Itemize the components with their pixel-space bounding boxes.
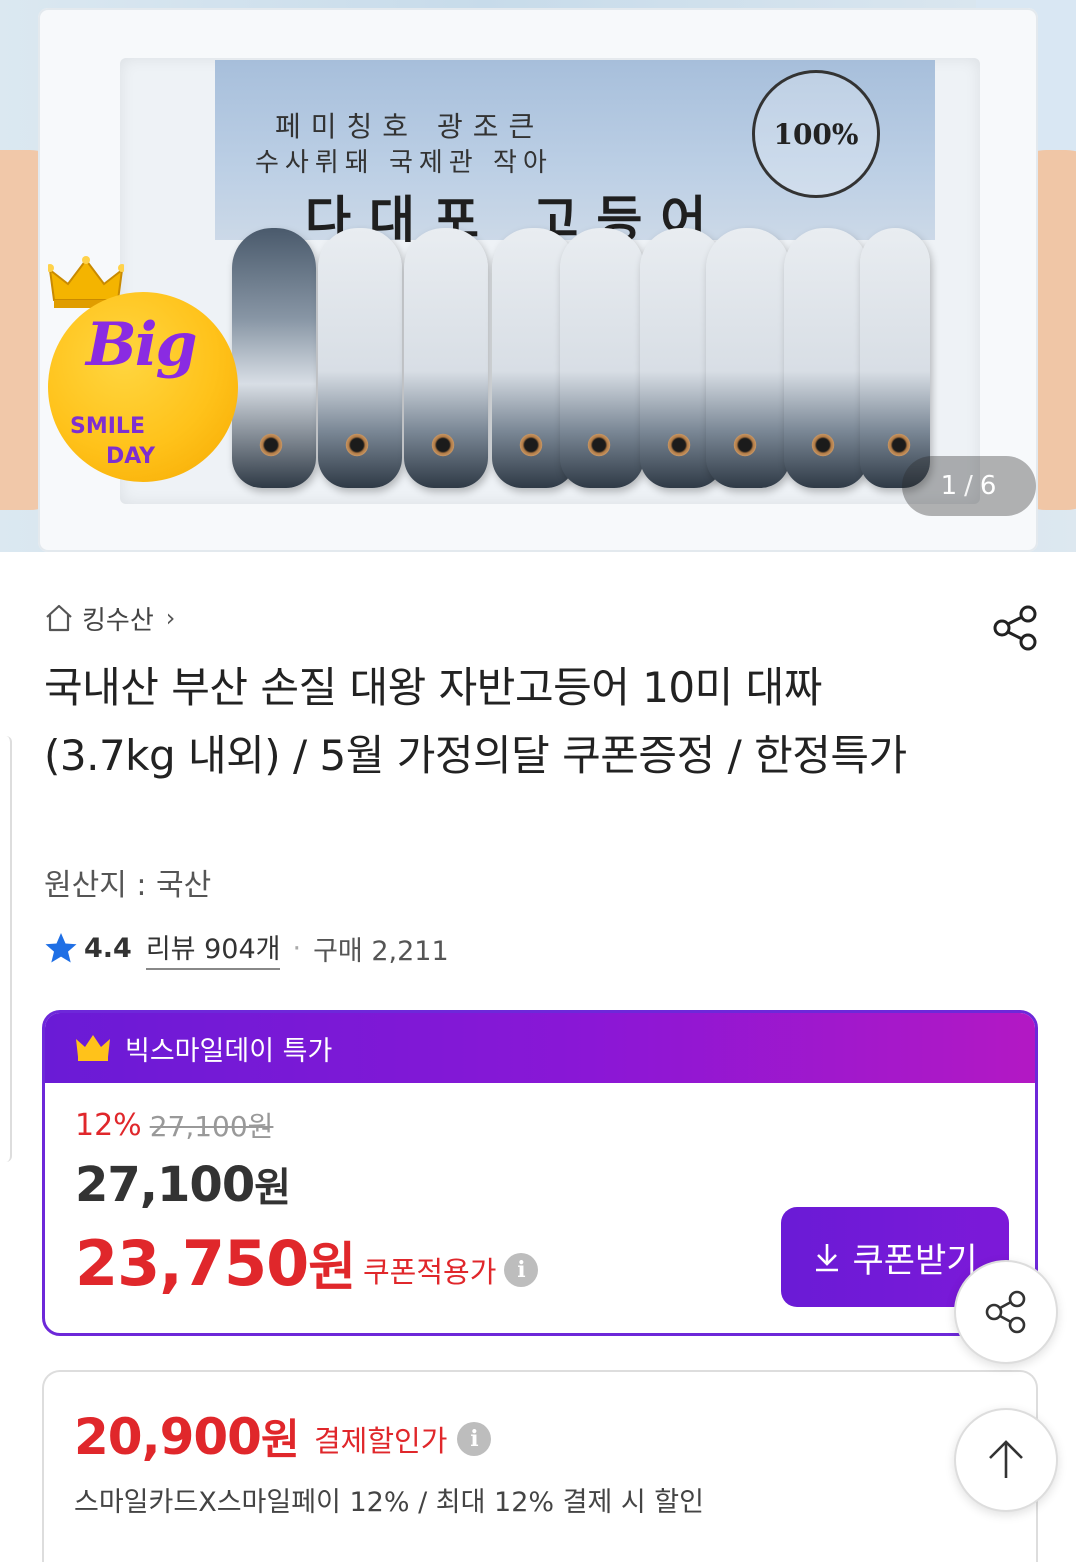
chevron-right-icon: › — [165, 604, 176, 632]
arrow-up-icon — [989, 1440, 1023, 1478]
discount-row: 12% 27,100원 — [75, 1105, 273, 1145]
info-icon[interactable]: i — [504, 1253, 539, 1287]
seller-name: 킹수산 — [82, 605, 154, 636]
download-icon — [816, 1244, 839, 1272]
rating-row: 4.4 리뷰 904개 · 구매 2,211 — [44, 926, 449, 970]
image-counter: 1 / 6 — [902, 456, 1036, 516]
coupon-price-number: 23,750 — [75, 1227, 309, 1300]
origin-info: 원산지 : 국산 — [44, 868, 212, 903]
sale-price-unit: 원 — [254, 1165, 291, 1211]
sale-price-number: 27,100 — [75, 1157, 255, 1213]
badge-smile-text: SMILE — [70, 414, 145, 439]
share-icon — [985, 1290, 1026, 1334]
fish — [560, 228, 644, 488]
image-index: 1 — [940, 471, 959, 501]
payment-price-unit: 원 — [260, 1415, 300, 1464]
scroll-to-top-button[interactable] — [954, 1408, 1058, 1512]
product-title: 국내산 부산 손질 대왕 자반고등어 10미 대짜 (3.7kg 내외) / 5… — [44, 663, 907, 780]
payment-discount-box: 20,900원 결제할인가 i 스마일카드X스마일페이 12% / 최대 12%… — [42, 1370, 1038, 1562]
package-label-line2: 수사뤼돼 국제관 작아 — [255, 148, 553, 178]
coupon-price-label: 쿠폰적용가 i — [363, 1249, 539, 1291]
badge-big-text: Big — [86, 310, 197, 380]
review-count-link[interactable]: 리뷰 904개 — [145, 927, 281, 970]
badge-day-text: DAY — [106, 444, 156, 469]
separator-dot: · — [292, 932, 302, 964]
fish — [318, 228, 402, 488]
share-icon[interactable] — [990, 602, 1042, 654]
crown-icon — [76, 1035, 110, 1061]
image-total: 6 — [979, 471, 998, 501]
promo-header: 빅스마일데이 특가 — [45, 1013, 1035, 1083]
promo-header-text: 빅스마일데이 특가 — [125, 1035, 333, 1067]
promo-price-box: 빅스마일데이 특가 12% 27,100원 27,100원 23,750원 쿠폰… — [42, 1010, 1038, 1336]
home-icon — [46, 604, 72, 632]
fish — [860, 228, 930, 488]
fish — [706, 228, 790, 488]
payment-description: 스마일카드X스마일페이 12% / 최대 12% 결제 시 할인 — [74, 1487, 704, 1518]
star-icon — [45, 933, 77, 963]
edge-indicator — [0, 736, 12, 1162]
product-page: 페미칭호 광조큰 수사뤼돼 국제관 작아 다대포 고등어 100% Big SM… — [0, 0, 1076, 1562]
payment-price: 20,900원 — [74, 1406, 300, 1467]
package-label-line1: 페미칭호 광조큰 — [275, 110, 545, 143]
quality-seal: 100% — [752, 70, 880, 198]
payment-price-label: 결제할인가 i — [314, 1418, 492, 1460]
original-price: 27,100원 — [149, 1110, 274, 1143]
info-icon[interactable]: i — [457, 1422, 492, 1456]
get-coupon-label: 쿠폰받기 — [852, 1240, 978, 1281]
rating-score: 4.4 — [84, 932, 132, 964]
floating-share-button[interactable] — [954, 1260, 1058, 1364]
payment-label-text: 결제할인가 — [314, 1424, 448, 1458]
payment-price-number: 20,900 — [74, 1408, 262, 1466]
sale-price: 27,100원 — [75, 1155, 291, 1213]
big-smile-day-badge: Big SMILE DAY — [48, 292, 238, 482]
fish — [784, 228, 868, 488]
coupon-price-unit: 원 — [308, 1238, 356, 1298]
fish — [404, 228, 488, 488]
coupon-price: 23,750원 — [75, 1225, 356, 1300]
product-image-carousel[interactable]: 페미칭호 광조큰 수사뤼돼 국제관 작아 다대포 고등어 100% Big SM… — [0, 0, 1076, 552]
discount-percent: 12% — [75, 1107, 142, 1143]
image-separator: / — [964, 471, 974, 501]
coupon-label-text: 쿠폰적용가 — [363, 1255, 497, 1289]
fish — [232, 228, 316, 488]
seller-link[interactable]: 킹수산 › — [44, 598, 175, 638]
purchase-count: 구매 2,211 — [313, 935, 449, 967]
